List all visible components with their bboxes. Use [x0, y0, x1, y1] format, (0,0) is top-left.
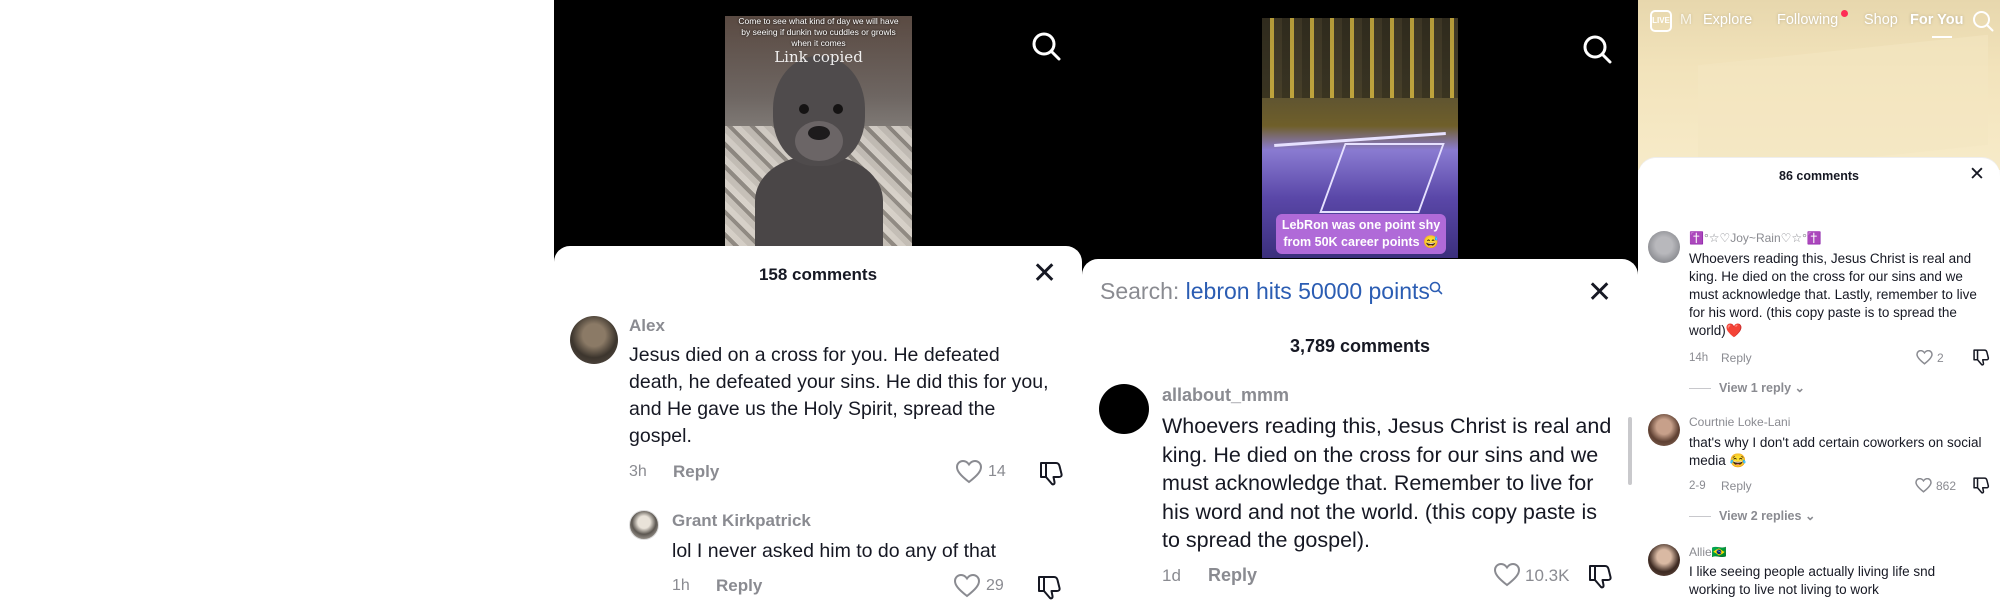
- view-replies-label: View 2 replies: [1719, 509, 1802, 523]
- comment-time: 14h: [1689, 352, 1709, 364]
- comment-time: 3h: [629, 463, 647, 480]
- dislike-icon[interactable]: [1036, 574, 1062, 600]
- like-heart-icon[interactable]: [956, 460, 982, 484]
- like-count: 14: [988, 463, 1006, 480]
- comment-username[interactable]: Grant Kirkpatrick: [672, 511, 811, 531]
- nav-item-for-you[interactable]: For You: [1910, 12, 1963, 28]
- panel-for-you-feed: LIVE M Explore Following Shop For You 86…: [1638, 0, 2000, 609]
- view-replies-button[interactable]: View 2 replies ⌄: [1689, 508, 1815, 523]
- live-icon[interactable]: LIVE: [1650, 10, 1672, 32]
- screenshot-collage: Come to see what kind of day we will hav…: [0, 0, 2000, 609]
- video-thumbnail-dog[interactable]: Come to see what kind of day we will hav…: [725, 16, 912, 246]
- dislike-icon[interactable]: [1587, 563, 1613, 589]
- reply-button[interactable]: Reply: [1208, 565, 1257, 586]
- video-caption: Come to see what kind of day we will hav…: [738, 16, 899, 48]
- search-small-icon: [1429, 281, 1443, 295]
- avatar[interactable]: [570, 316, 618, 364]
- comment-text: Whoevers reading this, Jesus Christ is r…: [1162, 414, 1612, 552]
- comment-text: I like seeing people actually living lif…: [1689, 564, 1936, 597]
- dog-eye-right: [833, 104, 843, 114]
- dog-nose: [808, 126, 830, 140]
- reply-button[interactable]: Reply: [1721, 479, 1752, 493]
- court-key: [1319, 143, 1445, 213]
- video-thumbnail-basketball[interactable]: LebRon was one point shy from 50K career…: [1262, 18, 1458, 258]
- notification-dot: [1841, 10, 1848, 17]
- search-label: Search:: [1100, 278, 1180, 304]
- comment-username[interactable]: Alex: [629, 316, 665, 336]
- chevron-down-icon: ⌄: [1804, 509, 1816, 523]
- nav-item-partial[interactable]: M: [1680, 12, 1692, 28]
- panel-dog-video: Come to see what kind of day we will hav…: [554, 0, 1082, 609]
- like-count: 10.3K: [1525, 566, 1570, 585]
- comment-text: Jesus died on a cross for you. He defeat…: [629, 344, 1049, 447]
- scrollbar[interactable]: [1628, 417, 1632, 485]
- nav-item-explore[interactable]: Explore: [1703, 12, 1752, 28]
- like-heart-icon[interactable]: [1915, 478, 1932, 493]
- like-heart-icon[interactable]: [1494, 563, 1520, 587]
- dislike-icon[interactable]: [1038, 460, 1064, 486]
- link-copied-toast: Link copied: [774, 48, 863, 66]
- search-icon[interactable]: [1031, 31, 1061, 61]
- search-icon[interactable]: [1972, 10, 1994, 32]
- like-heart-icon[interactable]: [1916, 350, 1933, 365]
- comment-text: that's why I don't add certain coworkers…: [1689, 435, 1982, 468]
- panel-lebron-video: LebRon was one point shy from 50K career…: [1082, 0, 1638, 609]
- comment-text: Whoevers reading this, Jesus Christ is r…: [1689, 251, 1977, 338]
- comments-count-title: 158 comments: [758, 265, 878, 284]
- comment-time: 1h: [672, 577, 690, 594]
- dog-eye-left: [799, 104, 809, 114]
- active-tab-underline: [1932, 36, 1952, 38]
- comment-username[interactable]: ✝️°☆♡Joy~Rain♡☆°✝️: [1689, 231, 1822, 245]
- comments-count-title: 3,789 comments: [1289, 336, 1431, 356]
- comment-username[interactable]: allabout_mmm: [1162, 385, 1289, 406]
- reply-button[interactable]: Reply: [673, 462, 719, 482]
- comment-username[interactable]: Courtnie Loke-Lani: [1689, 415, 1790, 429]
- avatar[interactable]: [629, 510, 659, 540]
- avatar[interactable]: [1648, 544, 1680, 576]
- comment-time: 2-9: [1689, 480, 1706, 492]
- close-icon[interactable]: ✕: [1032, 259, 1057, 289]
- top-navigation: LIVE M Explore Following Shop For You: [1650, 10, 1994, 38]
- avatar[interactable]: [1648, 414, 1680, 446]
- video-caption: LebRon was one point shy from 50K career…: [1276, 214, 1446, 254]
- crowd: [1262, 18, 1458, 98]
- like-count: 29: [986, 577, 1004, 594]
- avatar[interactable]: [1099, 384, 1149, 434]
- nav-item-shop[interactable]: Shop: [1864, 12, 1898, 28]
- like-count: 862: [1936, 479, 1957, 493]
- comment-time: 1d: [1162, 566, 1181, 585]
- dislike-icon[interactable]: [1972, 348, 1990, 366]
- comments-count-title: 86 comments: [1779, 169, 1859, 183]
- comment-text: lol I never asked him to do any of that: [672, 540, 997, 562]
- like-count: 2: [1937, 351, 1944, 365]
- dog-body: [755, 156, 883, 246]
- close-icon[interactable]: ✕: [1587, 278, 1612, 308]
- comments-sheet: 86 comments ✕ ✝️°☆♡Joy~Rain♡☆°✝️ Whoever…: [1638, 158, 2000, 609]
- nav-item-following[interactable]: Following: [1777, 12, 1838, 28]
- comment-username[interactable]: Allie🇧🇷: [1689, 545, 1727, 559]
- close-icon[interactable]: ✕: [1969, 163, 1985, 187]
- view-replies-button[interactable]: View 1 reply ⌄: [1689, 380, 1805, 395]
- comments-sheet: 158 comments ✕ Alex Jesus died on a cros…: [554, 246, 1082, 609]
- reply-button[interactable]: Reply: [716, 576, 762, 596]
- like-heart-icon[interactable]: [954, 574, 980, 598]
- chevron-down-icon: ⌄: [1794, 381, 1806, 395]
- dislike-icon[interactable]: [1972, 476, 1990, 494]
- search-query[interactable]: lebron hits 50000 points: [1186, 278, 1430, 304]
- search-icon[interactable]: [1582, 34, 1612, 64]
- reply-button[interactable]: Reply: [1721, 351, 1752, 365]
- avatar[interactable]: [1648, 231, 1680, 263]
- search-suggestion[interactable]: Search: lebron hits 50000 points: [1100, 278, 1430, 305]
- view-replies-label: View 1 reply: [1719, 381, 1792, 395]
